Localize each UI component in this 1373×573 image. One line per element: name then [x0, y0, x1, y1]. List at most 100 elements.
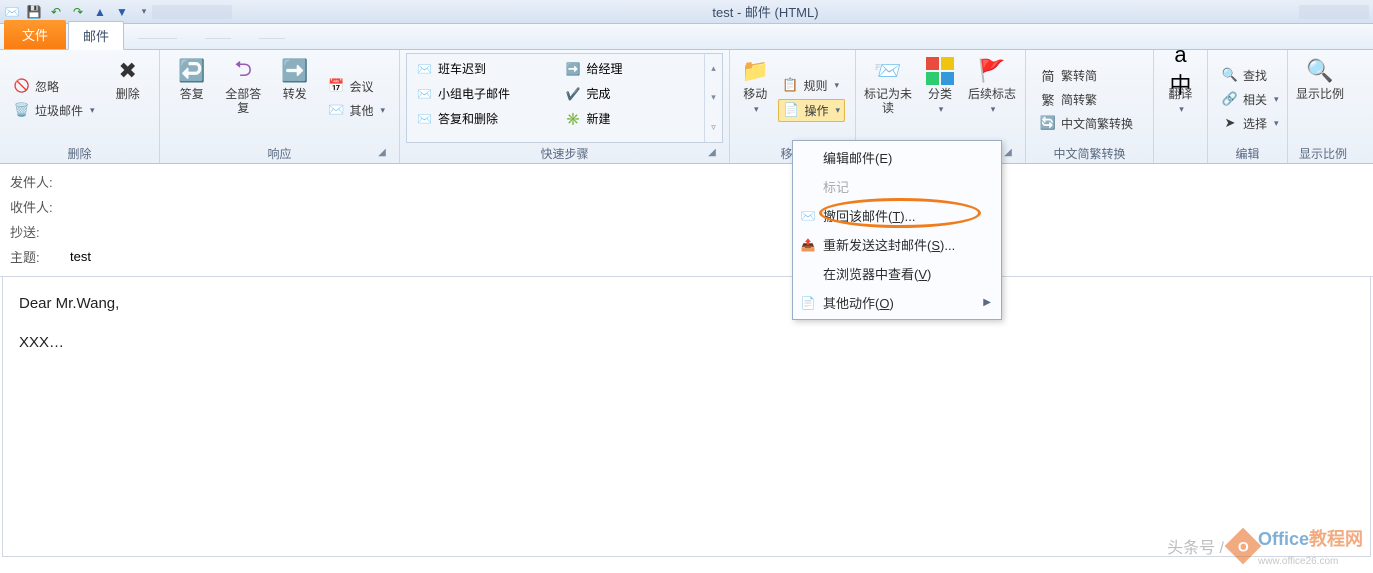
find-icon: 🔍 — [1222, 67, 1238, 83]
quick-access-toolbar: ✉️ 💾 ↶ ↷ ▲ ▼ ▾ — [4, 4, 152, 20]
scroll-up-icon[interactable]: ▴ — [705, 54, 722, 83]
qs-item-team[interactable]: ✉️小组电子邮件 — [415, 83, 548, 104]
zoom-label: 显示比例 — [1296, 87, 1344, 101]
other-button[interactable]: ✉️其他▾ — [324, 100, 389, 121]
qat-customize-icon[interactable]: ▾ — [136, 4, 152, 20]
blurred-text — [1299, 5, 1369, 19]
qs-item-new[interactable]: ✳️新建 — [564, 108, 697, 129]
find-button[interactable]: 🔍查找 — [1218, 65, 1283, 86]
categorize-icon — [926, 57, 954, 85]
qs-item-done[interactable]: ✔️完成 — [564, 83, 697, 104]
save-icon[interactable]: 💾 — [26, 4, 42, 20]
actions-icon: 📄 — [783, 102, 799, 118]
actions-button[interactable]: 📄操作▾ — [778, 99, 845, 122]
group-translate-label — [1160, 143, 1201, 163]
reply-all-button[interactable]: ⮌全部答复 — [217, 53, 268, 143]
brand1: Office — [1258, 529, 1309, 549]
related-button[interactable]: 🔗相关▾ — [1218, 89, 1283, 110]
tab-message[interactable]: 邮件 — [68, 21, 124, 50]
dialog-launcher-icon[interactable]: ◢ — [375, 147, 389, 161]
submenu-arrow-icon: ▶ — [983, 297, 991, 308]
tab-file[interactable]: 文件 — [4, 20, 66, 49]
zoom-button[interactable]: 🔍 显示比例 — [1294, 53, 1346, 143]
menu-edit-message[interactable]: 编辑邮件(E) — [795, 143, 999, 172]
translate-button[interactable]: a中翻译▾ — [1160, 53, 1201, 143]
translate-icon: a中 — [1167, 57, 1195, 85]
ribbon: 🚫忽略 🗑️垃圾邮件▾ ✖ 删除 删除 ↩️答复 ⮌全部答复 ➡️转发 📅会议 … — [0, 50, 1373, 164]
unread-button[interactable]: 📨标记为未读 — [862, 53, 914, 143]
undo-icon[interactable]: ↶ — [48, 4, 64, 20]
menu-view-browser[interactable]: 在浏览器中查看(V) — [795, 259, 999, 288]
dialog-launcher-icon[interactable]: ◢ — [705, 147, 719, 161]
dialog-launcher-icon[interactable]: ◢ — [1001, 147, 1015, 161]
conv-label: 中文简繁转换 — [1061, 115, 1133, 132]
recall-icon: ✉️ — [800, 208, 816, 224]
simp-to-trad-button[interactable]: 繁简转繁 — [1036, 89, 1137, 110]
forward-label: 转发 — [283, 87, 307, 101]
chevron-down-icon: ▾ — [1179, 104, 1184, 114]
window-title: test - 邮件 (HTML) — [240, 2, 1291, 21]
message-body: Dear Mr.Wang, XXX… — [2, 277, 1371, 557]
qs-item-replydel[interactable]: ✉️答复和删除 — [415, 108, 548, 129]
unread-label: 标记为未读 — [864, 87, 912, 115]
from-label: 发件人: — [10, 172, 70, 191]
reply-label: 答复 — [180, 87, 204, 101]
redo-icon[interactable]: ↷ — [70, 4, 86, 20]
select-icon: ➤ — [1222, 115, 1238, 131]
meeting-icon: 📅 — [328, 78, 344, 94]
rules-button[interactable]: 📋规则▾ — [778, 75, 845, 96]
brand2: 教程网 — [1309, 529, 1363, 549]
trad-to-simp-button[interactable]: 简繁转简 — [1036, 65, 1137, 86]
watermark: 头条号 / O Office教程网www.office26.com — [1167, 525, 1363, 567]
convert-icon: 🔄 — [1040, 115, 1056, 131]
prev-icon[interactable]: ▲ — [92, 4, 108, 20]
mail-icon: ✉️ — [417, 62, 432, 76]
qs-item-mgr[interactable]: ➡️给经理 — [564, 58, 697, 79]
subject-value: test — [70, 249, 1363, 264]
ignore-button[interactable]: 🚫 忽略 — [10, 76, 99, 97]
zoom-icon: 🔍 — [1306, 57, 1334, 85]
group-quicksteps-label: 快速步骤◢ — [406, 143, 723, 163]
chevron-down-icon: ▾ — [380, 105, 385, 116]
mail-icon: ✉️ — [417, 112, 432, 126]
expand-gallery-icon[interactable]: ▿ — [705, 113, 722, 142]
ignore-icon: 🚫 — [14, 78, 30, 94]
group-edit-label: 编辑 — [1214, 143, 1281, 163]
watermark-text: 头条号 / — [1167, 534, 1224, 558]
ignore-label: 忽略 — [35, 78, 59, 95]
meeting-button[interactable]: 📅会议 — [324, 76, 389, 97]
blurred-text — [152, 5, 232, 19]
chevron-down-icon: ▾ — [834, 80, 839, 91]
next-icon[interactable]: ▼ — [114, 4, 130, 20]
chinese-convert-button[interactable]: 🔄 中文简繁转换 — [1036, 113, 1137, 134]
categorize-button[interactable]: 分类▾ — [914, 53, 966, 143]
mail-icon[interactable]: ✉️ — [4, 4, 20, 20]
menu-other-actions[interactable]: 📄 其他动作(O) ▶ — [795, 288, 999, 317]
t2s-icon: 简 — [1040, 67, 1056, 83]
chevron-down-icon: ▾ — [90, 105, 95, 116]
delete-button[interactable]: ✖ 删除 — [103, 53, 153, 143]
forward-button[interactable]: ➡️ 转发 — [269, 53, 320, 143]
scroll-down-icon[interactable]: ▾ — [705, 83, 722, 112]
followup-button[interactable]: 🚩后续标志▾ — [966, 53, 1018, 143]
body-line-1: Dear Mr.Wang, — [19, 295, 1354, 312]
chevron-down-icon: ▾ — [754, 104, 759, 114]
move-button[interactable]: 📁移动▾ — [736, 53, 774, 143]
select-button[interactable]: ➤选择▾ — [1218, 113, 1283, 134]
check-icon: ✔️ — [566, 87, 581, 101]
chevron-down-icon: ▾ — [939, 104, 944, 114]
reply-button[interactable]: ↩️答复 — [166, 53, 217, 143]
menu-recall-message[interactable]: ✉️ 撤回该邮件(T)... — [795, 201, 999, 230]
quicksteps-gallery[interactable]: ✉️班车迟到 ✉️小组电子邮件 ✉️答复和删除 ➡️给经理 ✔️完成 ✳️新建 … — [406, 53, 723, 143]
menu-tag: 标记 — [795, 172, 999, 201]
chevron-down-icon: ▾ — [1274, 118, 1279, 129]
group-translate: a中翻译▾ — [1154, 50, 1208, 163]
forward-icon: ➡️ — [281, 57, 309, 85]
junk-button[interactable]: 🗑️垃圾邮件▾ — [10, 100, 99, 121]
tab-hidden-2: —— — [191, 26, 245, 49]
chevron-down-icon: ▾ — [1274, 94, 1279, 105]
flag-icon: 🚩 — [978, 57, 1006, 85]
qs-item-late[interactable]: ✉️班车迟到 — [415, 58, 548, 79]
menu-resend-message[interactable]: 📤 重新发送这封邮件(S)... — [795, 230, 999, 259]
related-icon: 🔗 — [1222, 91, 1238, 107]
